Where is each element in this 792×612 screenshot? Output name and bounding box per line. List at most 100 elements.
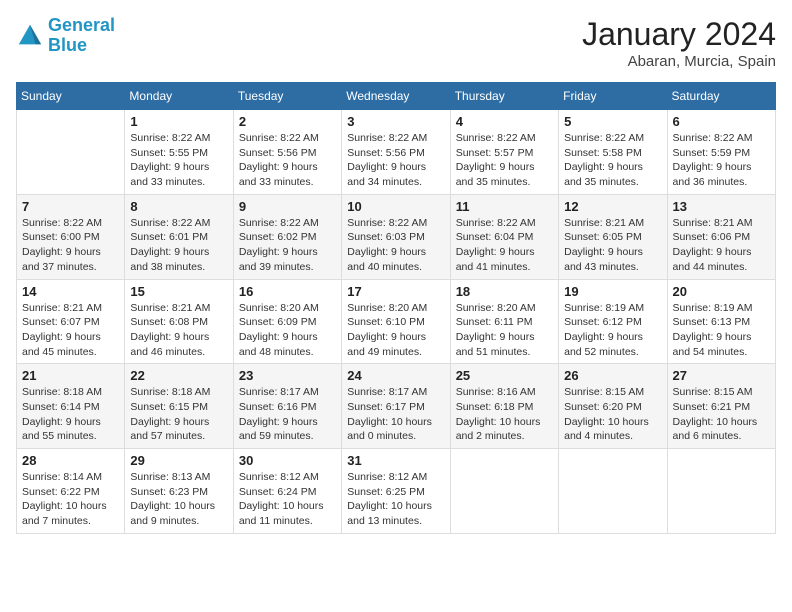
calendar-cell: 8 Sunrise: 8:22 AMSunset: 6:01 PMDaylight… <box>125 194 233 279</box>
day-info: Sunrise: 8:18 AMSunset: 6:15 PMDaylight:… <box>130 385 227 444</box>
calendar-cell <box>667 449 775 534</box>
calendar-cell: 12 Sunrise: 8:21 AMSunset: 6:05 PMDayligh… <box>559 194 667 279</box>
day-number: 31 <box>347 453 444 468</box>
day-number: 9 <box>239 199 336 214</box>
day-info: Sunrise: 8:20 AMSunset: 6:09 PMDaylight:… <box>239 301 336 360</box>
day-number: 10 <box>347 199 444 214</box>
calendar-cell: 24 Sunrise: 8:17 AMSunset: 6:17 PMDayligh… <box>342 364 450 449</box>
day-info: Sunrise: 8:21 AMSunset: 6:05 PMDaylight:… <box>564 216 661 275</box>
day-number: 16 <box>239 284 336 299</box>
day-number: 14 <box>22 284 119 299</box>
day-info: Sunrise: 8:19 AMSunset: 6:13 PMDaylight:… <box>673 301 770 360</box>
calendar-cell: 21 Sunrise: 8:18 AMSunset: 6:14 PMDayligh… <box>17 364 125 449</box>
location-title: Abaran, Murcia, Spain <box>582 53 776 70</box>
calendar-cell: 27Sunrise: 8:15 AMSunset: 6:21 PMDayligh… <box>667 364 775 449</box>
day-number: 26 <box>564 368 661 383</box>
logo-text: General Blue <box>48 16 115 56</box>
day-info: Sunrise: 8:19 AMSunset: 6:12 PMDaylight:… <box>564 301 661 360</box>
calendar-cell: 30 Sunrise: 8:12 AMSunset: 6:24 PMDayligh… <box>233 449 341 534</box>
day-info: Sunrise: 8:22 AMSunset: 5:56 PMDaylight:… <box>239 131 336 190</box>
calendar-cell: 17Sunrise: 8:20 AMSunset: 6:10 PMDayligh… <box>342 279 450 364</box>
weekday-header-wednesday: Wednesday <box>342 83 450 110</box>
day-info: Sunrise: 8:17 AMSunset: 6:17 PMDaylight:… <box>347 385 444 444</box>
weekday-header-friday: Friday <box>559 83 667 110</box>
day-number: 20 <box>673 284 770 299</box>
day-info: Sunrise: 8:16 AMSunset: 6:18 PMDaylight:… <box>456 385 553 444</box>
calendar-week-row: 7Sunrise: 8:22 AMSunset: 6:00 PMDaylight… <box>17 194 776 279</box>
calendar-cell: 6Sunrise: 8:22 AMSunset: 5:59 PMDaylight… <box>667 110 775 195</box>
calendar-cell: 13 Sunrise: 8:21 AMSunset: 6:06 PMDayligh… <box>667 194 775 279</box>
day-number: 4 <box>456 114 553 129</box>
day-number: 28 <box>22 453 119 468</box>
day-info: Sunrise: 8:22 AMSunset: 5:56 PMDaylight:… <box>347 131 444 190</box>
day-number: 18 <box>456 284 553 299</box>
weekday-header-monday: Monday <box>125 83 233 110</box>
day-info: Sunrise: 8:22 AMSunset: 5:57 PMDaylight:… <box>456 131 553 190</box>
calendar-cell: 28 Sunrise: 8:14 AMSunset: 6:22 PMDayligh… <box>17 449 125 534</box>
day-info: Sunrise: 8:22 AMSunset: 5:58 PMDaylight:… <box>564 131 661 190</box>
day-number: 12 <box>564 199 661 214</box>
weekday-header-tuesday: Tuesday <box>233 83 341 110</box>
day-info: Sunrise: 8:18 AMSunset: 6:14 PMDaylight:… <box>22 385 119 444</box>
day-number: 21 <box>22 368 119 383</box>
day-info: Sunrise: 8:22 AMSunset: 6:01 PMDaylight:… <box>130 216 227 275</box>
day-info: Sunrise: 8:20 AMSunset: 6:10 PMDaylight:… <box>347 301 444 360</box>
day-number: 7 <box>22 199 119 214</box>
day-info: Sunrise: 8:21 AMSunset: 6:08 PMDaylight:… <box>130 301 227 360</box>
title-block: January 2024 Abaran, Murcia, Spain <box>582 16 776 70</box>
calendar-cell: 16 Sunrise: 8:20 AMSunset: 6:09 PMDayligh… <box>233 279 341 364</box>
month-title: January 2024 <box>582 16 776 53</box>
day-info: Sunrise: 8:22 AMSunset: 6:04 PMDaylight:… <box>456 216 553 275</box>
calendar-cell: 7Sunrise: 8:22 AMSunset: 6:00 PMDaylight… <box>17 194 125 279</box>
logo-icon <box>16 22 44 50</box>
day-number: 23 <box>239 368 336 383</box>
calendar-cell: 20 Sunrise: 8:19 AMSunset: 6:13 PMDayligh… <box>667 279 775 364</box>
day-number: 5 <box>564 114 661 129</box>
day-number: 1 <box>130 114 227 129</box>
calendar-cell: 25 Sunrise: 8:16 AMSunset: 6:18 PMDayligh… <box>450 364 558 449</box>
day-number: 6 <box>673 114 770 129</box>
day-number: 11 <box>456 199 553 214</box>
day-info: Sunrise: 8:12 AMSunset: 6:24 PMDaylight:… <box>239 470 336 529</box>
day-info: Sunrise: 8:21 AMSunset: 6:07 PMDaylight:… <box>22 301 119 360</box>
calendar-cell: 11 Sunrise: 8:22 AMSunset: 6:04 PMDayligh… <box>450 194 558 279</box>
day-info: Sunrise: 8:21 AMSunset: 6:06 PMDaylight:… <box>673 216 770 275</box>
day-number: 27 <box>673 368 770 383</box>
day-number: 30 <box>239 453 336 468</box>
day-number: 22 <box>130 368 227 383</box>
day-number: 29 <box>130 453 227 468</box>
calendar-cell: 22 Sunrise: 8:18 AMSunset: 6:15 PMDayligh… <box>125 364 233 449</box>
calendar-week-row: 28 Sunrise: 8:14 AMSunset: 6:22 PMDayligh… <box>17 449 776 534</box>
calendar-cell: 3 Sunrise: 8:22 AMSunset: 5:56 PMDaylight… <box>342 110 450 195</box>
day-info: Sunrise: 8:13 AMSunset: 6:23 PMDaylight:… <box>130 470 227 529</box>
calendar-week-row: 21 Sunrise: 8:18 AMSunset: 6:14 PMDayligh… <box>17 364 776 449</box>
calendar-cell: 9 Sunrise: 8:22 AMSunset: 6:02 PMDaylight… <box>233 194 341 279</box>
weekday-header-saturday: Saturday <box>667 83 775 110</box>
calendar-cell: 23Sunrise: 8:17 AMSunset: 6:16 PMDayligh… <box>233 364 341 449</box>
calendar-cell: 4 Sunrise: 8:22 AMSunset: 5:57 PMDaylight… <box>450 110 558 195</box>
calendar-cell: 1Sunrise: 8:22 AMSunset: 5:55 PMDaylight… <box>125 110 233 195</box>
weekday-header-thursday: Thursday <box>450 83 558 110</box>
calendar-cell <box>559 449 667 534</box>
calendar-cell <box>17 110 125 195</box>
calendar-table: SundayMondayTuesdayWednesdayThursdayFrid… <box>16 82 776 534</box>
calendar-week-row: 1Sunrise: 8:22 AMSunset: 5:55 PMDaylight… <box>17 110 776 195</box>
day-number: 24 <box>347 368 444 383</box>
day-info: Sunrise: 8:14 AMSunset: 6:22 PMDaylight:… <box>22 470 119 529</box>
day-info: Sunrise: 8:22 AMSunset: 6:02 PMDaylight:… <box>239 216 336 275</box>
logo: General Blue <box>16 16 115 56</box>
day-number: 2 <box>239 114 336 129</box>
day-number: 3 <box>347 114 444 129</box>
page-header: General Blue January 2024 Abaran, Murcia… <box>16 16 776 70</box>
day-number: 8 <box>130 199 227 214</box>
day-number: 15 <box>130 284 227 299</box>
day-number: 25 <box>456 368 553 383</box>
day-info: Sunrise: 8:22 AMSunset: 6:03 PMDaylight:… <box>347 216 444 275</box>
day-number: 19 <box>564 284 661 299</box>
calendar-cell: 14 Sunrise: 8:21 AMSunset: 6:07 PMDayligh… <box>17 279 125 364</box>
calendar-cell: 19 Sunrise: 8:19 AMSunset: 6:12 PMDayligh… <box>559 279 667 364</box>
day-number: 13 <box>673 199 770 214</box>
calendar-cell <box>450 449 558 534</box>
weekday-header-sunday: Sunday <box>17 83 125 110</box>
calendar-cell: 18Sunrise: 8:20 AMSunset: 6:11 PMDayligh… <box>450 279 558 364</box>
